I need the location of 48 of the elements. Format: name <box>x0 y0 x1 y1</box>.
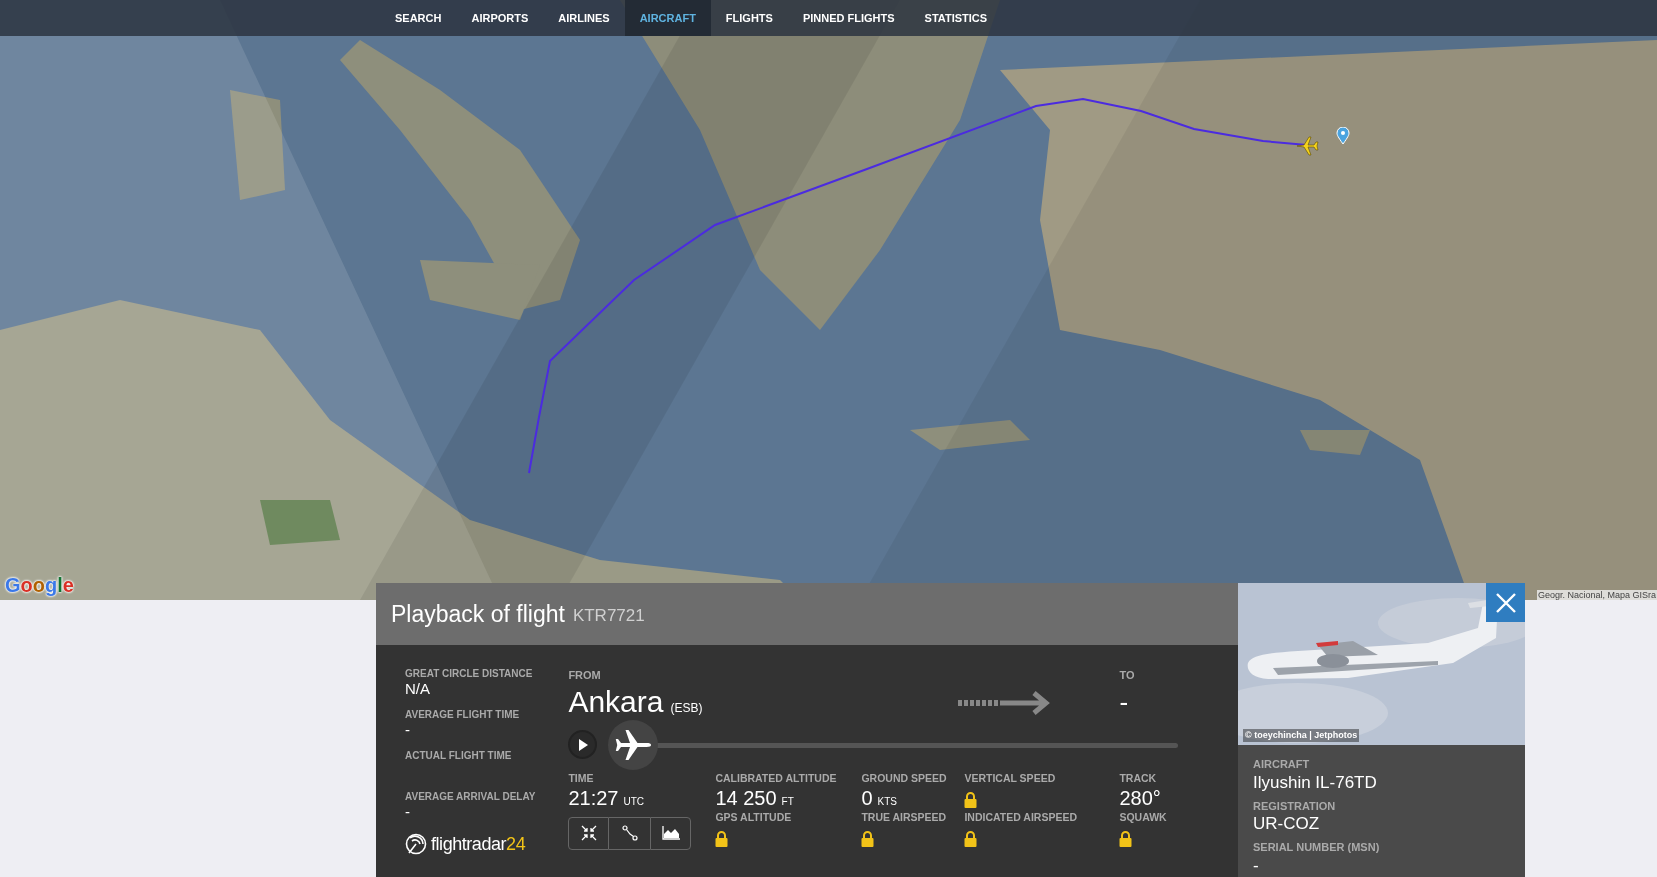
field-label: TRUE AIRSPEED <box>861 810 948 824</box>
airplane-icon <box>615 729 652 760</box>
zoom-fit-button[interactable] <box>568 816 610 850</box>
field-label: INDICATED AIRSPEED <box>964 810 1078 824</box>
info-label: REGISTRATION <box>1253 798 1337 814</box>
origin-city: Ankara <box>568 683 664 720</box>
play-button[interactable] <box>568 730 598 759</box>
to-label: TO <box>1119 668 1136 683</box>
playback-track[interactable] <box>608 719 1179 770</box>
flightradar24-logo: flightradar24 <box>405 833 526 855</box>
stat-label: AVERAGE ARRIVAL DELAY <box>405 790 536 803</box>
field-value: 0 <box>861 785 873 811</box>
collapse-icon <box>580 825 597 841</box>
field-value: 14 250 <box>715 785 777 811</box>
info-label: AIRCRAFT <box>1253 757 1311 772</box>
field-label: GPS ALTITUDE <box>715 810 793 824</box>
info-value: - <box>1253 855 1260 875</box>
field-value: 21:27 <box>568 785 619 811</box>
graph-button[interactable] <box>650 816 692 850</box>
play-icon <box>577 738 588 751</box>
field-label: CALIBRATED ALTITUDE <box>715 771 838 785</box>
field-label: TRACK <box>1119 771 1158 785</box>
info-value: Ilyushin IL-76TD <box>1253 772 1378 792</box>
stat-value: N/A <box>405 680 431 697</box>
field-label: TIME <box>568 771 595 785</box>
from-label: FROM <box>568 668 602 683</box>
area-chart-icon <box>661 826 680 840</box>
stat-label: AVERAGE FLIGHT TIME <box>405 708 521 721</box>
stat-value: - <box>405 721 411 738</box>
destination-city: - <box>1119 685 1130 719</box>
route-icon <box>621 825 638 841</box>
field-unit: KTS <box>877 794 897 809</box>
stat-label: ACTUAL FLIGHT TIME <box>405 749 513 762</box>
info-value: UR-COZ <box>1253 814 1321 833</box>
field-value: 280° <box>1119 785 1161 811</box>
panel-title: Playback of flight <box>391 599 565 629</box>
photo-credit: © toeychincha | Jetphotos <box>1243 728 1360 742</box>
stat-label: GREAT CIRCLE DISTANCE <box>405 667 534 680</box>
field-label: GROUND SPEED <box>861 771 948 785</box>
stat-value: - <box>405 803 411 820</box>
origin-code: (ESB) <box>670 699 703 717</box>
field-label: VERTICAL SPEED <box>964 771 1057 785</box>
callsign: KTR7721 <box>572 605 645 628</box>
field-label: SQUAWK <box>1119 810 1168 824</box>
field-unit: UTC <box>623 794 644 809</box>
info-label: SERIAL NUMBER (MSN) <box>1253 840 1381 855</box>
route-button[interactable] <box>609 816 651 850</box>
field-unit: FT <box>781 794 794 809</box>
